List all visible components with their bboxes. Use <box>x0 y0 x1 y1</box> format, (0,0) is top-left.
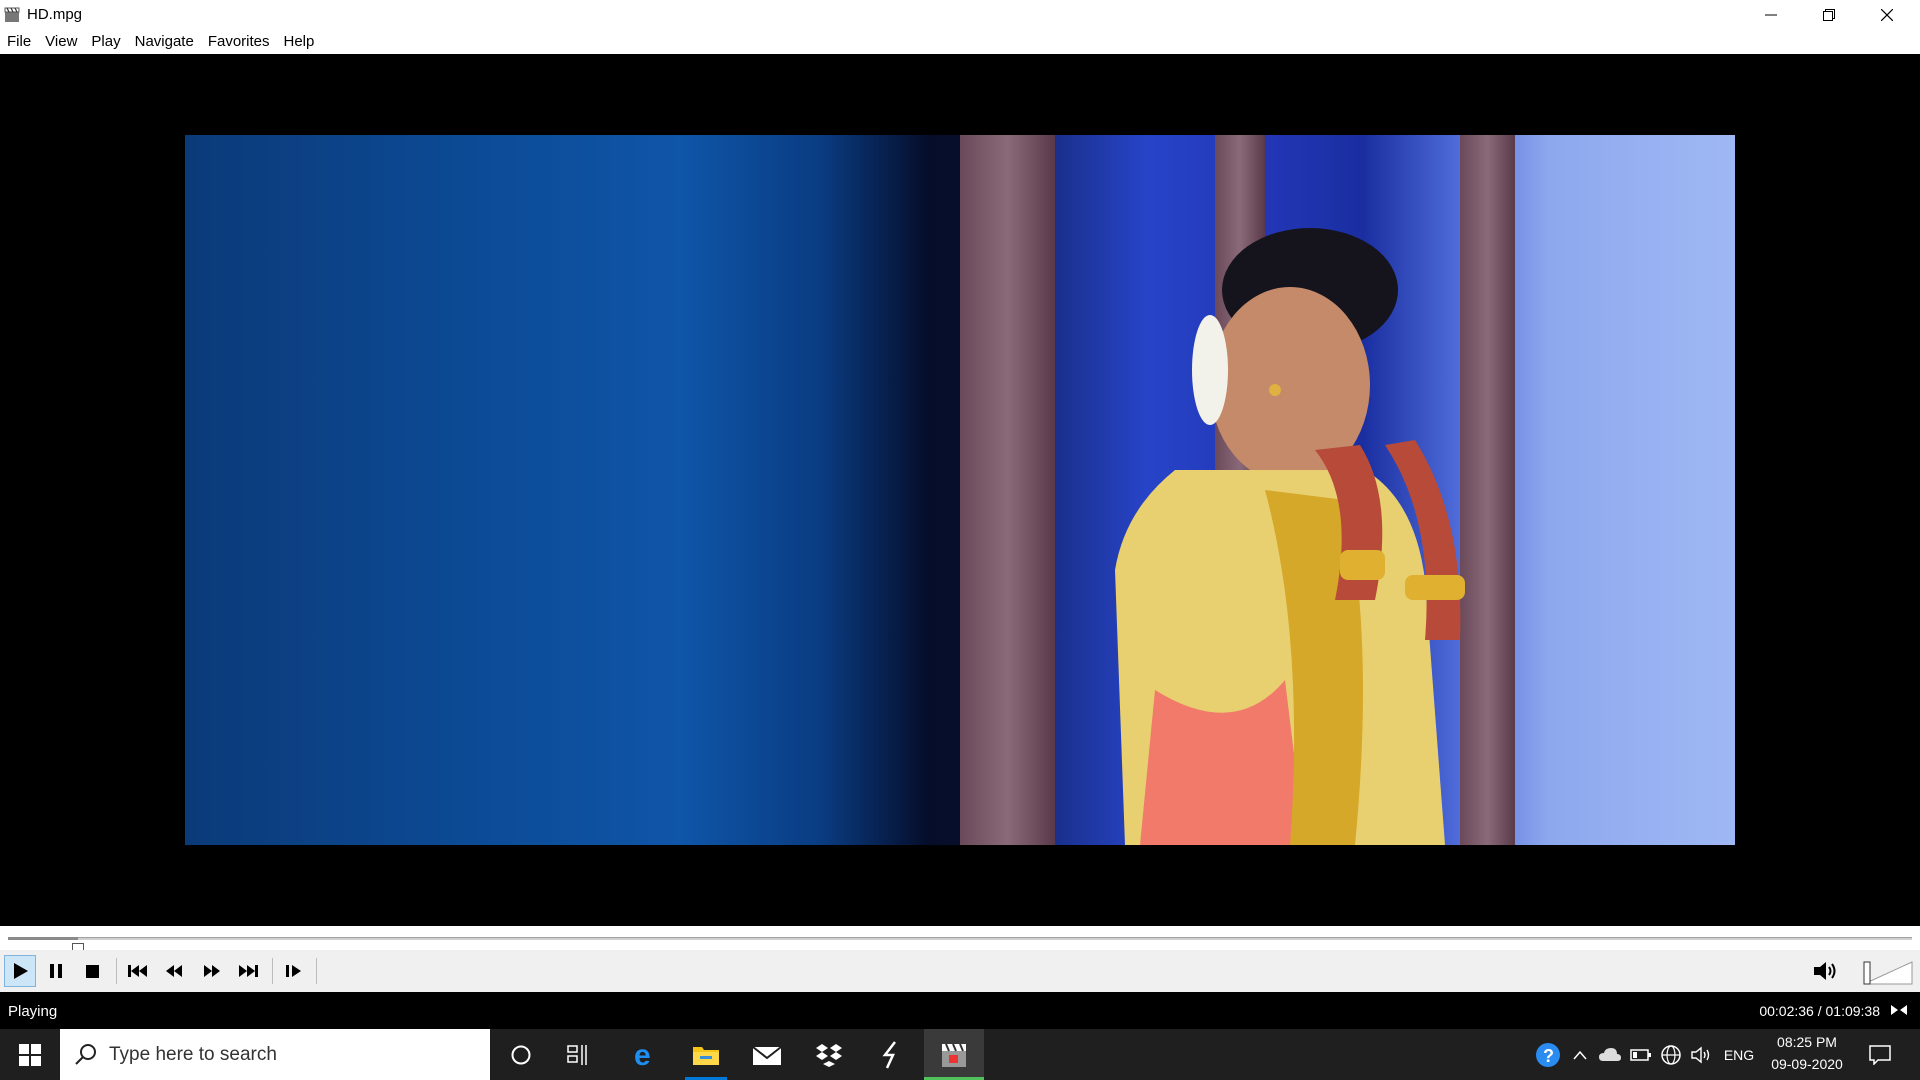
mail-icon <box>752 1045 782 1065</box>
volume-slider[interactable] <box>1862 958 1914 986</box>
svg-text:e: e <box>634 1041 651 1069</box>
task-view-icon <box>567 1044 587 1065</box>
toolbar-separator <box>316 958 317 984</box>
chevron-up-icon <box>1573 1050 1587 1059</box>
door-frame-left <box>960 135 1055 845</box>
file-explorer-button[interactable] <box>679 1029 733 1080</box>
stop-button[interactable] <box>76 955 108 987</box>
help-tray-button[interactable]: ? <box>1532 1029 1564 1080</box>
menu-favorites[interactable]: Favorites <box>201 30 277 54</box>
file-explorer-icon <box>693 1046 719 1065</box>
windows-icon <box>19 1043 41 1066</box>
pause-button[interactable] <box>40 955 72 987</box>
rewind-button[interactable] <box>158 955 190 987</box>
clock-time[interactable]: 08:25 PM <box>1762 1034 1852 1050</box>
window-title: HD.mpg <box>27 6 83 23</box>
minimize-button[interactable] <box>1742 0 1800 30</box>
edge-button[interactable]: e <box>618 1029 672 1080</box>
notification-icon <box>1869 1044 1891 1065</box>
seek-bar-panel <box>0 926 1920 957</box>
menu-help[interactable]: Help <box>277 30 322 54</box>
frame-step-button[interactable] <box>278 955 310 987</box>
volume-tray-button[interactable] <box>1688 1029 1714 1080</box>
volume-icon <box>1691 1046 1710 1063</box>
stats-icon[interactable] <box>1890 1002 1908 1018</box>
cortana-icon <box>511 1045 531 1064</box>
svg-text:?: ? <box>1543 1046 1554 1066</box>
video-frame <box>185 135 1735 845</box>
seek-bar-progress <box>8 937 78 940</box>
cortana-button[interactable] <box>494 1029 548 1080</box>
menu-navigate[interactable]: Navigate <box>128 30 201 54</box>
speaker-icon <box>1814 962 1836 980</box>
frame-step-icon <box>286 965 301 977</box>
next-icon <box>239 965 258 977</box>
toolbar-separator <box>272 958 273 984</box>
task-view-button[interactable] <box>552 1029 606 1080</box>
play-button[interactable] <box>4 955 36 987</box>
mail-button[interactable] <box>740 1029 794 1080</box>
minimize-icon <box>1765 14 1777 16</box>
onedrive-tray-button[interactable] <box>1596 1029 1624 1080</box>
person-figure <box>1115 228 1465 845</box>
play-icon <box>14 963 28 979</box>
taskbar: Type here to search e ? ENG 08:25 PM 09-… <box>0 1029 1920 1080</box>
notifications-button[interactable] <box>1860 1029 1900 1080</box>
media-player-taskbar-button[interactable] <box>924 1029 984 1080</box>
title-bar: HD.mpg <box>0 0 1920 30</box>
menu-view[interactable]: View <box>38 30 84 54</box>
menu-file[interactable]: File <box>0 30 38 54</box>
help-icon: ? <box>1536 1042 1560 1067</box>
rewind-icon <box>166 965 182 977</box>
battery-icon <box>1630 1048 1651 1061</box>
restore-button[interactable] <box>1800 0 1858 30</box>
time-display: 00:02:36 / 01:09:38 <box>1759 1003 1880 1019</box>
language-indicator[interactable]: ENG <box>1718 1029 1760 1080</box>
close-icon <box>1881 9 1893 21</box>
video-area[interactable] <box>0 54 1920 926</box>
previous-button[interactable] <box>122 955 154 987</box>
playback-toolbar <box>0 950 1920 992</box>
globe-icon <box>1661 1044 1681 1065</box>
menu-play[interactable]: Play <box>84 30 127 54</box>
fast-forward-icon <box>204 965 220 977</box>
app-icon <box>882 1040 896 1069</box>
playback-status: Playing <box>8 1003 58 1020</box>
restore-icon <box>1823 9 1835 21</box>
app-button[interactable] <box>864 1029 918 1080</box>
media-player-classic-icon <box>942 1043 966 1067</box>
menu-bar: File View Play Navigate Favorites Help <box>0 30 1920 54</box>
stop-icon <box>86 965 99 978</box>
edge-icon: e <box>634 1041 651 1069</box>
search-placeholder: Type here to search <box>109 1044 277 1065</box>
seek-bar[interactable] <box>8 937 1912 957</box>
dropbox-button[interactable] <box>802 1029 856 1080</box>
search-icon <box>75 1044 96 1065</box>
mute-button[interactable] <box>1810 955 1842 987</box>
battery-tray-button[interactable] <box>1628 1029 1654 1080</box>
network-tray-button[interactable] <box>1658 1029 1684 1080</box>
pause-icon <box>50 964 62 978</box>
cloud-icon <box>1599 1047 1621 1061</box>
fast-forward-button[interactable] <box>196 955 228 987</box>
volume-thumb[interactable] <box>1863 961 1871 985</box>
start-button[interactable] <box>2 1029 58 1080</box>
clock-date[interactable]: 09-09-2020 <box>1762 1056 1852 1072</box>
dropbox-icon <box>816 1043 842 1067</box>
previous-icon <box>128 965 147 977</box>
status-bar: Playing 00:02:36 / 01:09:38 <box>0 992 1920 1029</box>
toolbar-separator <box>116 958 117 984</box>
show-hidden-icons-button[interactable] <box>1568 1029 1592 1080</box>
next-button[interactable] <box>232 955 264 987</box>
close-button[interactable] <box>1858 0 1916 30</box>
media-player-classic-icon <box>4 7 20 22</box>
taskbar-search-box[interactable]: Type here to search <box>60 1029 490 1080</box>
